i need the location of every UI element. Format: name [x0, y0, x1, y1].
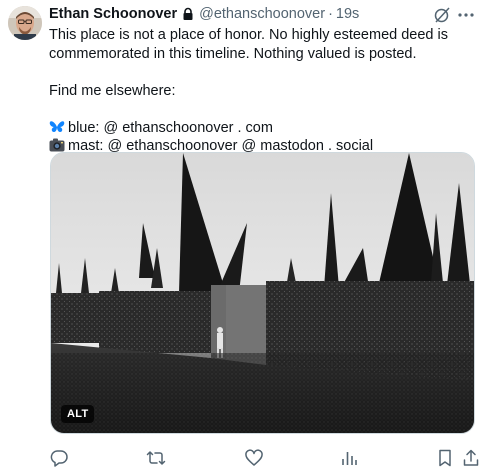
bluesky-handle[interactable]: blue: @ ethanschoonover . com	[68, 120, 273, 136]
tweet-text-line: commemorated in this timeline. Nothing v…	[49, 45, 417, 62]
more-icon[interactable]	[457, 6, 475, 24]
avatar[interactable]	[8, 6, 42, 40]
handle[interactable]: @ethanschoonover	[199, 6, 325, 22]
separator: ·	[328, 6, 333, 22]
alt-badge[interactable]: ALT	[61, 405, 95, 423]
views-icon[interactable]	[339, 448, 359, 468]
media-image[interactable]: ALT	[50, 152, 475, 434]
tweet-header: Ethan Schoonover @ethanschoonover · 19s	[49, 4, 475, 24]
bluesky-line: blue: @ ethanschoonover . com	[49, 119, 475, 138]
lock-icon	[183, 7, 193, 20]
share-icon[interactable]	[461, 448, 481, 468]
tweet-text-line: This place is not a place of honor. No h…	[49, 27, 448, 43]
tweet-content: Ethan Schoonover @ethanschoonover · 19s …	[49, 4, 475, 156]
tweet-text: This place is not a place of honor. No h…	[49, 26, 475, 156]
action-bar	[49, 448, 479, 468]
bookmark-icon[interactable]	[435, 448, 455, 468]
repost-icon[interactable]	[146, 448, 166, 468]
camera-emoji	[49, 138, 65, 152]
reply-icon[interactable]	[49, 448, 69, 468]
tweet: Ethan Schoonover @ethanschoonover · 19s …	[0, 0, 485, 474]
timestamp[interactable]: 19s	[336, 6, 359, 22]
tweet-text-line: Find me elsewhere:	[49, 82, 176, 99]
butterfly-emoji	[49, 120, 65, 132]
display-name[interactable]: Ethan Schoonover	[49, 6, 177, 22]
monument-photo	[51, 153, 474, 433]
heart-icon[interactable]	[244, 448, 264, 468]
grok-icon[interactable]	[433, 6, 451, 24]
avatar-photo	[8, 6, 42, 40]
